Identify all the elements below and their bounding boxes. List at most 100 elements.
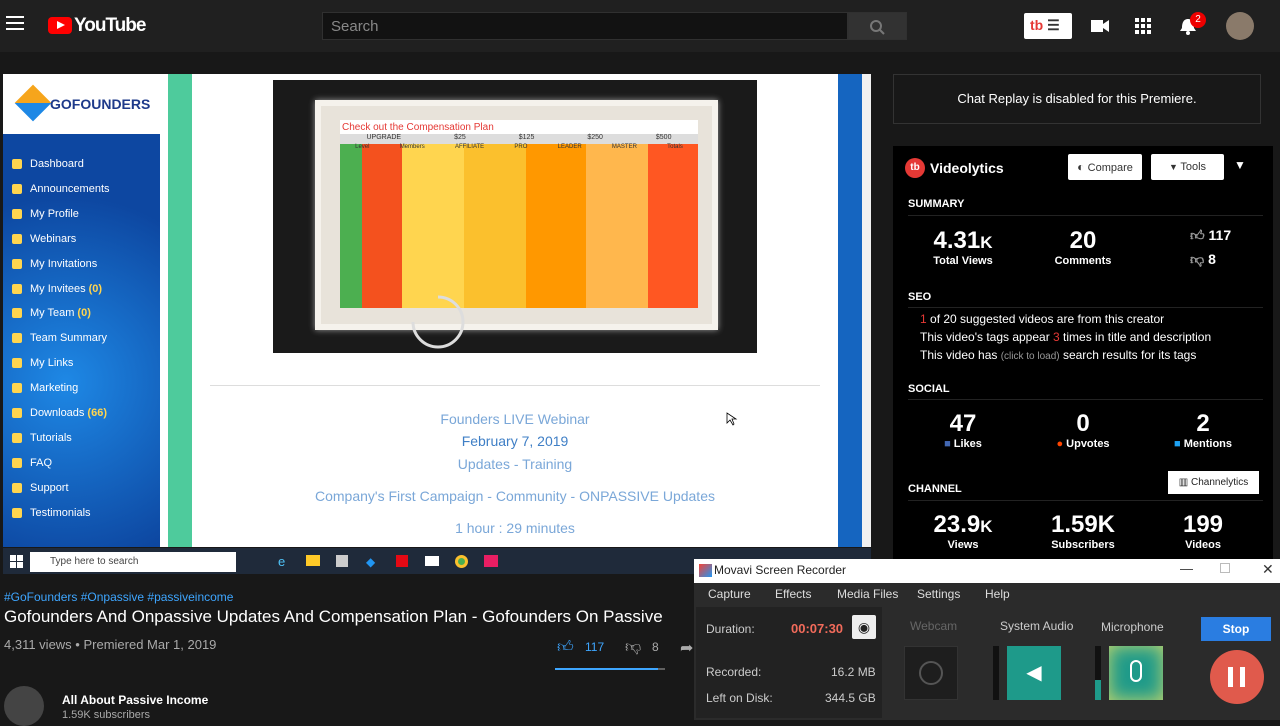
channelytics-button[interactable]: ▥ Channelytics [1168,471,1259,494]
channel-name[interactable]: All About Passive Income [62,693,208,707]
system-audio-toggle[interactable]: ◀ [1007,646,1061,700]
caret-down-icon: ▼ [1168,162,1181,172]
apps-icon[interactable] [1134,17,1154,35]
menu-capture[interactable]: Capture [708,587,751,601]
folder-icon[interactable] [306,555,320,566]
tubebuddy-label: tb [1030,17,1044,33]
twitter-icon: ■ [1174,438,1181,450]
notification-badge: 2 [1190,12,1206,28]
sidebar-item[interactable]: Dashboard [12,158,87,170]
recorded-value: 16.2 MB [831,665,876,679]
store-icon[interactable] [336,555,348,567]
search-input[interactable]: Search [322,12,848,40]
tools-label: Tools [1180,161,1207,173]
edge-icon[interactable]: e [278,554,285,569]
tools-button[interactable]: ▼ Tools [1151,154,1224,180]
page-accent-bar [168,74,192,547]
menu-help[interactable]: Help [985,587,1010,601]
sidebar-item[interactable]: My Team (0) [12,307,91,319]
video-hashtags[interactable]: #GoFounders #Onpassive #passiveincome [4,590,233,604]
video-camera-icon[interactable] [1090,17,1110,35]
channel-avatar[interactable] [4,686,44,726]
gofounders-logo: GOFOUNDERS [50,96,151,112]
recorded-label: Recorded: [706,665,762,679]
dropbox-icon[interactable]: ◆ [366,555,375,569]
maximize-icon[interactable] [1220,563,1230,573]
share-icon[interactable]: ➦ [680,638,693,658]
mentions-label: Mentions [1183,438,1232,450]
sidebar-item[interactable]: My Invitees (0) [12,283,102,295]
sidebar-item-count: (0) [88,282,103,295]
mentions-value: 2 [1196,410,1210,437]
pause-button[interactable] [1210,650,1264,704]
mail-icon[interactable] [425,556,439,566]
thumbs-up-icon[interactable]: 👍︎ [557,638,574,657]
sidebar-item[interactable]: Announcements [12,183,113,195]
sidebar-item-label: My Invitees (0) [30,282,103,295]
sidebar-item[interactable]: Marketing [12,382,81,394]
click-to-load-link[interactable]: (click to load) [1001,351,1060,362]
collapse-chevron-icon[interactable]: ▼ [1234,158,1246,172]
stop-button[interactable]: Stop [1201,617,1271,641]
mentions-stat: 2 ■ Mentions [1143,410,1263,450]
search-button[interactable] [848,12,907,40]
video-title: Gofounders And Onpassive Updates And Com… [4,607,663,626]
sidebar-item-label: Testimonials [30,506,91,519]
webcam-label: Webcam [910,619,958,633]
divider [908,307,1263,308]
sidebar-item[interactable]: Testimonials [12,507,94,519]
divider [908,399,1263,400]
total-views-value: 4.31 [933,227,981,254]
menu-settings[interactable]: Settings [917,587,960,601]
sidebar-item[interactable]: My Invitations [12,258,100,270]
compare-icon: ◐ [1077,160,1088,174]
avatar[interactable] [1226,12,1254,40]
sidebar-item[interactable]: Support [12,482,72,494]
sidebar-item[interactable]: Team Summary [12,332,110,344]
thumbs-down-icon: 👎︎ [1190,251,1205,267]
app-icon[interactable] [484,555,498,567]
chrome-icon[interactable] [455,555,468,568]
video-meta: 4,311 views • Premiered Mar 1, 2019 [4,637,217,652]
sidebar-item-icon [12,457,22,468]
menu-effects[interactable]: Effects [775,587,811,601]
sidebar-item[interactable]: FAQ [12,457,55,469]
sidebar-item-label: Announcements [30,182,110,195]
system-audio-label: System Audio [1000,619,1074,633]
channel-subs-stat: 1.59K Subscribers [1023,511,1143,551]
sidebar-item-label: Webinars [30,232,77,245]
sidebar-item[interactable]: Tutorials [12,432,75,444]
screenshot-camera-icon[interactable]: ◉ [852,615,876,639]
slide-header-row: UPGRADE $25 $125 $250 $500 [340,134,698,144]
youtube-logo-icon[interactable] [48,17,72,34]
thumbs-down-icon[interactable]: 👎︎ [625,638,641,657]
minimize-icon[interactable]: — [1180,561,1193,576]
sidebar-item[interactable]: Webinars [12,233,79,245]
menu-media-files[interactable]: Media Files [837,587,898,601]
taskbar-search-input[interactable]: Type here to search [30,552,236,572]
youtube-logo-text[interactable]: YouTube [74,15,146,37]
netflix-icon[interactable] [396,555,408,567]
compare-button[interactable]: ◐ Compare [1068,154,1142,180]
menu-icon[interactable] [6,16,24,30]
tubebuddy-button[interactable]: tb ☰ [1024,13,1072,39]
thumbs-up-icon: 👍︎ [1190,227,1205,243]
channel-views-label: Views [947,539,979,551]
scrollbar[interactable] [862,74,871,547]
sidebar-item[interactable]: My Links [12,357,76,369]
close-icon[interactable]: ✕ [1262,561,1274,578]
sidebar-item[interactable]: My Profile [12,208,82,220]
webcam-toggle[interactable] [904,646,958,700]
sidebar-item-count: (66) [87,407,107,419]
movavi-title: Movavi Screen Recorder [714,563,847,577]
upvotes-stat: 0 ● Upvotes [1023,410,1143,450]
microphone-toggle[interactable] [1109,646,1163,700]
videolytics-logo-icon: tb [905,158,925,178]
windows-start-icon[interactable] [10,555,24,569]
vl-likes-value: 117 [1208,227,1232,243]
sidebar-item[interactable]: Downloads (66) [12,407,107,419]
channel-videos-label: Videos [1185,539,1221,551]
movavi-logo-icon [699,564,712,577]
sidebar-item-icon [12,482,22,493]
reddit-icon: ● [1056,438,1064,450]
